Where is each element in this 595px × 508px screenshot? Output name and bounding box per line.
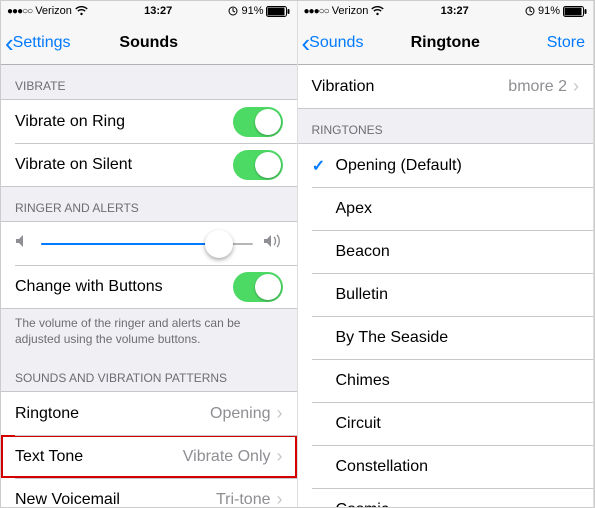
signal-strength-icon: ●●●○○ — [7, 6, 32, 17]
ringtone-item[interactable]: ✓ Opening (Default) — [298, 144, 594, 187]
rotation-lock-icon — [525, 6, 535, 16]
vibrate-on-ring-row[interactable]: Vibrate on Ring — [1, 100, 297, 143]
back-label: Sounds — [309, 34, 363, 52]
back-label: Settings — [13, 34, 71, 52]
row-label: Text Tone — [15, 448, 183, 466]
speaker-low-icon — [15, 234, 31, 253]
sounds-screen: ●●●○○ Verizon 13:27 91% ‹ Settings Sound… — [1, 1, 298, 507]
row-detail: Opening — [210, 405, 271, 423]
ringtone-list: ✓Opening (Default)✓Apex✓Beacon✓Bulletin✓… — [298, 143, 594, 507]
ringtone-item[interactable]: ✓Constellation — [298, 445, 594, 488]
ringtone-item[interactable]: ✓Apex — [298, 187, 594, 230]
nav-bar: ‹ Settings Sounds — [1, 21, 297, 65]
battery-icon — [266, 6, 290, 17]
row-label: Change with Buttons — [15, 278, 233, 296]
ringtone-screen: ●●●○○ Verizon 13:27 91% ‹ Sounds Rington… — [298, 1, 595, 507]
wifi-icon — [75, 6, 88, 16]
row-label: Vibrate on Ring — [15, 113, 233, 131]
wifi-icon — [371, 6, 384, 16]
ringtone-label: Constellation — [336, 458, 580, 476]
ringtone-row[interactable]: Ringtone Opening › — [1, 392, 297, 435]
chevron-right-icon: › — [277, 489, 283, 507]
volume-slider[interactable] — [41, 243, 253, 245]
section-footer-ringer: The volume of the ringer and alerts can … — [1, 309, 297, 357]
rotation-lock-icon — [228, 6, 238, 16]
row-detail: Tri-tone — [216, 491, 271, 507]
slider-thumb[interactable] — [205, 230, 233, 258]
chevron-right-icon: › — [277, 446, 283, 467]
row-detail: bmore 2 — [508, 78, 567, 96]
text-tone-row[interactable]: Text Tone Vibrate Only › — [1, 435, 297, 478]
change-with-buttons-toggle[interactable] — [233, 272, 283, 302]
ringtone-item[interactable]: ✓Beacon — [298, 230, 594, 273]
row-label: Vibrate on Silent — [15, 156, 233, 174]
status-bar: ●●●○○ Verizon 13:27 91% — [298, 1, 594, 21]
ringtone-label: Chimes — [336, 372, 580, 390]
ringtone-item[interactable]: ✓Cosmic — [298, 488, 594, 507]
vibrate-on-silent-row[interactable]: Vibrate on Silent — [1, 143, 297, 186]
row-detail: Vibrate Only — [183, 448, 271, 466]
ringtone-item[interactable]: ✓Circuit — [298, 402, 594, 445]
battery-icon — [563, 6, 587, 17]
vibrate-on-ring-toggle[interactable] — [233, 107, 283, 137]
back-button[interactable]: ‹ Settings — [1, 30, 70, 56]
nav-bar: ‹ Sounds Ringtone Store — [298, 21, 594, 65]
ringtone-label: Opening (Default) — [336, 157, 580, 175]
change-with-buttons-row[interactable]: Change with Buttons — [1, 265, 297, 308]
ringtone-item[interactable]: ✓Bulletin — [298, 273, 594, 316]
back-button[interactable]: ‹ Sounds — [298, 30, 364, 56]
section-header-vibrate: VIBRATE — [1, 65, 297, 99]
clock-label: 13:27 — [144, 5, 172, 17]
speaker-high-icon — [263, 234, 283, 253]
ringtone-item[interactable]: ✓By The Seaside — [298, 316, 594, 359]
ringtone-label: Beacon — [336, 243, 580, 261]
new-voicemail-row[interactable]: New Voicemail Tri-tone › — [1, 478, 297, 507]
store-button[interactable]: Store — [547, 34, 585, 52]
row-label: New Voicemail — [15, 491, 216, 507]
row-label: Ringtone — [15, 405, 210, 423]
ringtone-item[interactable]: ✓Chimes — [298, 359, 594, 402]
ringtone-label: Cosmic — [336, 501, 580, 508]
checkmark-icon: ✓ — [308, 156, 330, 176]
vibrate-on-silent-toggle[interactable] — [233, 150, 283, 180]
ringtone-label: Apex — [336, 200, 580, 218]
chevron-right-icon: › — [573, 76, 579, 97]
chevron-right-icon: › — [277, 403, 283, 424]
row-label: Vibration — [312, 78, 509, 96]
clock-label: 13:27 — [441, 5, 469, 17]
vibration-row[interactable]: Vibration bmore 2 › — [298, 65, 594, 108]
section-header-ringer: RINGER AND ALERTS — [1, 187, 297, 221]
ringtone-label: Circuit — [336, 415, 580, 433]
ringtone-label: Bulletin — [336, 286, 580, 304]
volume-slider-row[interactable] — [1, 222, 297, 265]
signal-strength-icon: ●●●○○ — [304, 6, 329, 17]
ringtone-label: By The Seaside — [336, 329, 580, 347]
status-bar: ●●●○○ Verizon 13:27 91% — [1, 1, 297, 21]
battery-percent-label: 91% — [538, 5, 560, 17]
carrier-label: Verizon — [332, 5, 369, 17]
battery-percent-label: 91% — [241, 5, 263, 17]
section-header-ringtones: RINGTONES — [298, 109, 594, 143]
carrier-label: Verizon — [35, 5, 72, 17]
section-header-patterns: SOUNDS AND VIBRATION PATTERNS — [1, 357, 297, 391]
